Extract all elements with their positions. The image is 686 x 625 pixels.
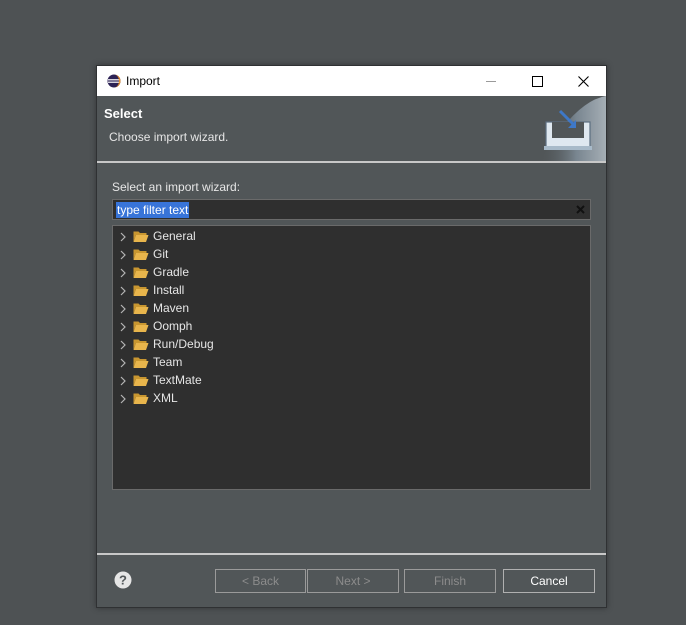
minimize-icon [486, 81, 496, 82]
tree-item-label: Team [153, 355, 183, 369]
chevron-right-icon[interactable] [119, 286, 127, 296]
folder-open-icon [133, 321, 149, 332]
back-button[interactable]: < Back [215, 569, 306, 593]
import-wizard-icon [540, 96, 606, 161]
folder-open-icon [133, 303, 149, 314]
tree-item-label: Run/Debug [153, 337, 214, 351]
chevron-right-icon[interactable] [119, 232, 127, 242]
tree-item-label: Install [153, 283, 185, 297]
tree-item-label: Oomph [153, 319, 193, 333]
maximize-button[interactable] [514, 66, 560, 96]
chevron-right-icon[interactable] [119, 394, 127, 404]
tree-item[interactable]: TextMate [113, 371, 583, 389]
page-title: Select [104, 106, 143, 121]
tree-item[interactable]: Git [113, 245, 583, 263]
tree-item-label: Git [153, 247, 169, 261]
filter-text[interactable]: type filter text [116, 202, 190, 218]
next-button[interactable]: Next > [307, 569, 399, 593]
folder-open-icon [133, 231, 149, 242]
tree-item[interactable]: Gradle [113, 263, 583, 281]
window-title: Import [126, 74, 161, 88]
footer-divider [97, 553, 606, 555]
close-button[interactable] [560, 66, 606, 96]
tree-item[interactable]: XML [113, 389, 583, 407]
minimize-button[interactable] [468, 66, 514, 96]
tree-item[interactable]: Install [113, 281, 583, 299]
folder-open-icon [133, 357, 149, 368]
maximize-icon [531, 75, 543, 87]
wizard-prompt-label: Select an import wizard: [112, 180, 241, 194]
tree-item-label: XML [153, 391, 178, 405]
wizard-tree[interactable]: General Git Gradle Install Maven Oomph Run/Deb… [112, 225, 591, 490]
clear-icon[interactable] [575, 204, 586, 215]
page-description: Choose import wizard. [109, 130, 229, 144]
wizard-banner: Select Choose import wizard. [97, 96, 606, 163]
chevron-right-icon[interactable] [119, 250, 127, 260]
folder-open-icon [133, 339, 149, 350]
folder-open-icon [133, 249, 149, 260]
close-icon [577, 75, 589, 87]
title-bar[interactable]: Import [97, 66, 606, 96]
tree-item-label: Maven [153, 301, 190, 315]
chevron-right-icon[interactable] [119, 340, 127, 350]
filter-input[interactable]: type filter text [112, 199, 591, 220]
svg-text:?: ? [119, 573, 127, 588]
help-icon[interactable]: ? [114, 571, 132, 589]
folder-open-icon [133, 267, 149, 278]
tree-item[interactable]: Team [113, 353, 583, 371]
folder-open-icon [133, 285, 149, 296]
folder-open-icon [133, 375, 149, 386]
chevron-right-icon[interactable] [119, 268, 127, 278]
chevron-right-icon[interactable] [119, 376, 127, 386]
finish-button[interactable]: Finish [404, 569, 496, 593]
tree-item[interactable]: Oomph [113, 317, 583, 335]
folder-open-icon [133, 393, 149, 404]
tree-item[interactable]: General [113, 227, 583, 245]
tree-item[interactable]: Run/Debug [113, 335, 583, 353]
import-dialog: Import Select Choose import wizard. Sele… [96, 65, 607, 608]
tree-item-label: General [153, 229, 196, 243]
tree-item-label: Gradle [153, 265, 190, 279]
tree-item[interactable]: Maven [113, 299, 583, 317]
chevron-right-icon[interactable] [119, 358, 127, 368]
chevron-right-icon[interactable] [119, 322, 127, 332]
chevron-right-icon[interactable] [119, 304, 127, 314]
cancel-button[interactable]: Cancel [503, 569, 595, 593]
tree-item-label: TextMate [153, 373, 202, 387]
eclipse-icon [107, 74, 121, 88]
